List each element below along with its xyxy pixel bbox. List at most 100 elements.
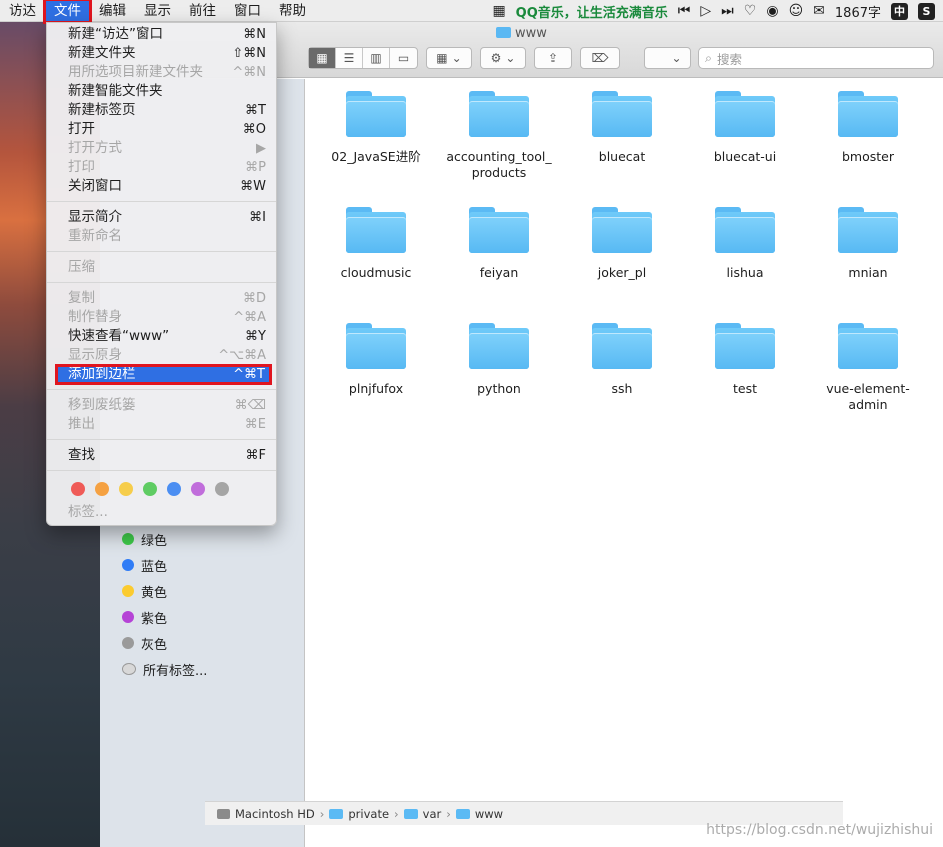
- menu-file[interactable]: 文件: [43, 0, 92, 24]
- menu-view[interactable]: 显示: [135, 0, 180, 22]
- folder-item[interactable]: mnian: [813, 207, 923, 281]
- tags-button[interactable]: ⌦: [580, 47, 620, 69]
- folder-item[interactable]: accounting_tool_ products: [444, 91, 554, 181]
- file-grid: 02_JavaSE进阶 accounting_tool_ products bl…: [305, 79, 943, 823]
- folder-item[interactable]: cloudmusic: [321, 207, 431, 281]
- qq-music-icon[interactable]: ▦: [492, 0, 505, 22]
- purple-tag-icon[interactable]: [191, 482, 205, 496]
- input-method-icon[interactable]: 中: [891, 2, 908, 20]
- menu-item-duplicate[interactable]: 复制 ⌘D: [47, 289, 276, 308]
- sidebar-tag-blue[interactable]: 蓝色: [122, 555, 167, 575]
- folder-item[interactable]: 02_JavaSE进阶: [321, 91, 431, 165]
- folder-icon: [329, 808, 344, 819]
- word-count[interactable]: 1867字: [835, 2, 881, 21]
- play-icon[interactable]: ▷: [700, 0, 711, 22]
- sidebar-tag-yellow[interactable]: 黄色: [122, 581, 167, 601]
- previous-track-icon[interactable]: ⏮: [678, 0, 691, 22]
- menu-item-open-with[interactable]: 打开方式 ▶: [47, 139, 276, 158]
- menu-bar: 访达 文件 编辑 显示 前往 窗口 帮助 ▦ QQ音乐，让生活充满音乐 ⏮ ▷ …: [0, 0, 943, 24]
- path-dropdown[interactable]: ⌄: [644, 47, 691, 69]
- menu-item-rename[interactable]: 重新命名: [47, 227, 276, 246]
- menu-item-move-to-trash[interactable]: 移到废纸篓 ⌘⌫: [47, 396, 276, 415]
- folder-icon: [469, 91, 529, 137]
- blue-tag-icon[interactable]: [167, 482, 181, 496]
- menu-window[interactable]: 窗口: [225, 0, 270, 22]
- menu-item-new-finder-window[interactable]: 新建“访达”窗口 ⌘N: [47, 25, 276, 44]
- folder-item[interactable]: test: [690, 323, 800, 397]
- menu-item-close-window[interactable]: 关闭窗口 ⌘W: [47, 177, 276, 196]
- menu-go[interactable]: 前往: [180, 0, 225, 22]
- folder-icon: [592, 207, 652, 253]
- music-disc-icon[interactable]: ◉: [766, 0, 778, 22]
- action-button[interactable]: ⚙ ⌄: [480, 47, 526, 69]
- sidebar-all-tags[interactable]: 所有标签...: [122, 659, 207, 679]
- folder-item[interactable]: python: [444, 323, 554, 397]
- folder-item[interactable]: feiyan: [444, 207, 554, 281]
- folder-name: bmoster: [841, 149, 894, 164]
- sidebar-tag-gray[interactable]: 灰色: [122, 633, 167, 653]
- orange-tag-icon[interactable]: [95, 482, 109, 496]
- folder-item[interactable]: ssh: [567, 323, 677, 397]
- folder-icon: [715, 207, 775, 253]
- gray-tag-icon[interactable]: [215, 482, 229, 496]
- list-view-icon[interactable]: ☰: [336, 48, 363, 68]
- folder-item[interactable]: vue-element- admin: [813, 323, 923, 413]
- menu-help[interactable]: 帮助: [270, 0, 315, 22]
- next-track-icon[interactable]: ⏭: [721, 0, 734, 22]
- yellow-tag-icon[interactable]: [119, 482, 133, 496]
- path-item-var[interactable]: var: [423, 807, 442, 821]
- folder-name: mnian: [848, 265, 888, 280]
- menu-item-print[interactable]: 打印 ⌘P: [47, 158, 276, 177]
- group-button[interactable]: ▦ ⌄: [426, 47, 472, 69]
- green-tag-icon[interactable]: [143, 482, 157, 496]
- menu-item-tags[interactable]: 标签...: [47, 503, 276, 522]
- menu-item-new-folder[interactable]: 新建文件夹 ⇧⌘N: [47, 44, 276, 63]
- icon-view-icon[interactable]: ▦: [309, 48, 336, 68]
- path-item-macintosh-hd[interactable]: Macintosh HD: [235, 807, 315, 821]
- column-view-icon[interactable]: ▥: [363, 48, 390, 68]
- search-placeholder: 搜索: [717, 51, 743, 67]
- heart-icon[interactable]: ♡: [744, 0, 757, 22]
- menu-item-make-alias[interactable]: 制作替身 ^⌘A: [47, 308, 276, 327]
- green-tag-icon: [122, 533, 134, 545]
- folder-name: python: [477, 381, 521, 396]
- folder-item[interactable]: joker_pl: [567, 207, 677, 281]
- share-button[interactable]: ⇪: [534, 47, 572, 69]
- sidebar-tag-purple[interactable]: 紫色: [122, 607, 167, 627]
- gallery-view-icon[interactable]: ▭: [390, 48, 417, 68]
- qq-icon[interactable]: ☺: [789, 0, 804, 22]
- folder-icon: [838, 207, 898, 253]
- folder-item[interactable]: plnjfufox: [321, 323, 431, 397]
- menu-item-new-smart-folder[interactable]: 新建智能文件夹: [47, 82, 276, 101]
- menu-item-find[interactable]: 查找 ⌘F: [47, 446, 276, 465]
- wechat-icon[interactable]: ✉: [813, 0, 825, 22]
- menu-item-get-info[interactable]: 显示简介 ⌘I: [47, 208, 276, 227]
- menu-item-add-to-sidebar[interactable]: 添加到边栏 ^⌘T: [55, 364, 272, 385]
- menu-separator: [47, 201, 276, 202]
- path-separator-icon: ›: [319, 806, 325, 821]
- folder-icon: [469, 207, 529, 253]
- folder-item[interactable]: lishua: [690, 207, 800, 281]
- menu-item-compress[interactable]: 压缩: [47, 258, 276, 277]
- menu-item-open[interactable]: 打开 ⌘O: [47, 120, 276, 139]
- folder-name: vue-element- admin: [826, 381, 910, 412]
- menu-item-new-tab[interactable]: 新建标签页 ⌘T: [47, 101, 276, 120]
- search-field[interactable]: ⌕ 搜索: [698, 47, 934, 69]
- sogou-icon[interactable]: S: [918, 2, 935, 20]
- folder-name: cloudmusic: [340, 265, 412, 280]
- menu-edit[interactable]: 编辑: [90, 0, 135, 22]
- path-item-private[interactable]: private: [348, 807, 389, 821]
- menu-item-show-original[interactable]: 显示原身 ^⌥⌘A: [47, 346, 276, 365]
- menu-item-new-folder-with-selection[interactable]: 用所选项目新建文件夹 ^⌘N: [47, 63, 276, 82]
- menu-item-eject[interactable]: 推出 ⌘E: [47, 415, 276, 434]
- folder-item[interactable]: bluecat: [567, 91, 677, 165]
- gear-icon: ⚙: [490, 51, 502, 65]
- menu-separator: [47, 282, 276, 283]
- menu-item-quick-look[interactable]: 快速查看“www” ⌘Y: [47, 327, 276, 346]
- menu-finder[interactable]: 访达: [0, 0, 45, 22]
- path-item-www[interactable]: www: [475, 807, 503, 821]
- red-tag-icon[interactable]: [71, 482, 85, 496]
- folder-item[interactable]: bmoster: [813, 91, 923, 165]
- sidebar-tag-green[interactable]: 绿色: [122, 529, 167, 549]
- folder-item[interactable]: bluecat-ui: [690, 91, 800, 165]
